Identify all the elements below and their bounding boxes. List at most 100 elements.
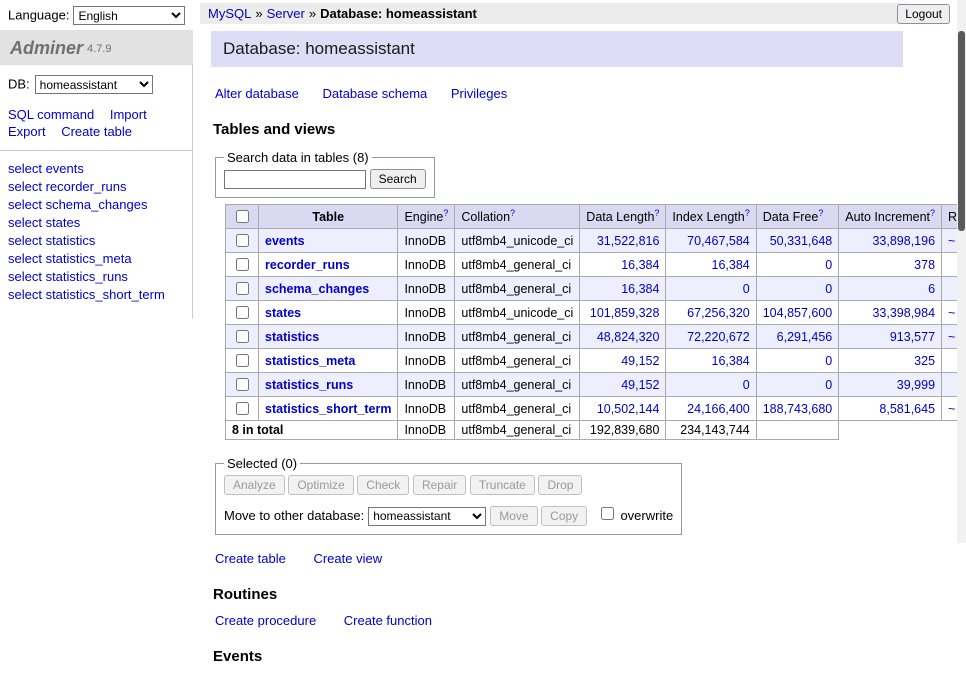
check-button[interactable]: Check bbox=[357, 475, 409, 495]
data-length-link[interactable]: 16,384 bbox=[621, 282, 659, 296]
index-length-link[interactable]: 24,166,400 bbox=[687, 402, 750, 416]
index-length-link[interactable]: 67,256,320 bbox=[687, 306, 750, 320]
data-length-link[interactable]: 31,522,816 bbox=[597, 234, 660, 248]
sidebar-link-create-table[interactable]: Create table bbox=[61, 124, 132, 139]
database-schema-link[interactable]: Database schema bbox=[322, 86, 427, 101]
sidebar-body: DB:homeassistant SQL command Import Expo… bbox=[0, 65, 193, 319]
sidebar-item-select-statistics-short-term[interactable]: select statistics_short_term bbox=[8, 287, 184, 303]
auto-increment-link[interactable]: 325 bbox=[914, 354, 935, 368]
sidebar-item-select-statistics-meta[interactable]: select statistics_meta bbox=[8, 251, 184, 267]
table-link-states[interactable]: states bbox=[265, 306, 301, 320]
overwrite-checkbox[interactable] bbox=[601, 507, 614, 520]
sidebar-item-select-recorder-runs[interactable]: select recorder_runs bbox=[8, 179, 184, 195]
truncate-button[interactable]: Truncate bbox=[470, 475, 535, 495]
sidebar-item-select-events[interactable]: select events bbox=[8, 161, 184, 177]
row-checkbox[interactable] bbox=[236, 306, 249, 319]
data-free-link[interactable]: 6,291,456 bbox=[777, 330, 833, 344]
data-free-link[interactable]: 0 bbox=[825, 378, 832, 392]
sidebar-item-select-states[interactable]: select states bbox=[8, 215, 184, 231]
search-input[interactable] bbox=[224, 170, 366, 189]
table-link-statistics-short-term[interactable]: statistics_short_term bbox=[265, 402, 391, 416]
data-length-link[interactable]: 49,152 bbox=[621, 354, 659, 368]
auto-increment-link[interactable]: 39,999 bbox=[897, 378, 935, 392]
auto-increment-link[interactable]: 378 bbox=[914, 258, 935, 272]
sidebar-item-select-statistics-runs[interactable]: select statistics_runs bbox=[8, 269, 184, 285]
scrollbar-track[interactable] bbox=[957, 0, 966, 543]
index-length-link[interactable]: 0 bbox=[743, 282, 750, 296]
help-icon[interactable]: ? bbox=[930, 208, 935, 218]
logout-button[interactable]: Logout bbox=[897, 4, 950, 24]
help-icon[interactable]: ? bbox=[510, 208, 515, 218]
move-database-select[interactable]: homeassistant bbox=[368, 507, 486, 526]
auto-increment-link[interactable]: 6 bbox=[928, 282, 935, 296]
search-button[interactable]: Search bbox=[370, 169, 426, 189]
auto-increment-link[interactable]: 8,581,645 bbox=[879, 402, 935, 416]
data-length-link[interactable]: 16,384 bbox=[621, 258, 659, 272]
table-link-recorder-runs[interactable]: recorder_runs bbox=[265, 258, 350, 272]
data-free-link[interactable]: 188,743,680 bbox=[763, 402, 833, 416]
index-length-link[interactable]: 16,384 bbox=[712, 354, 750, 368]
language-select[interactable]: English bbox=[73, 6, 185, 25]
index-length-link[interactable]: 72,220,672 bbox=[687, 330, 750, 344]
sidebar-link-export[interactable]: Export bbox=[8, 124, 46, 139]
adminer-logo-text: Adminer bbox=[10, 38, 83, 58]
table-link-statistics[interactable]: statistics bbox=[265, 330, 319, 344]
help-icon[interactable]: ? bbox=[818, 208, 823, 218]
data-free-link[interactable]: 50,331,648 bbox=[770, 234, 833, 248]
breadcrumb-separator: » bbox=[309, 6, 316, 21]
table-link-events[interactable]: events bbox=[265, 234, 305, 248]
auto-increment-link[interactable]: 913,577 bbox=[890, 330, 935, 344]
index-length-link[interactable]: 0 bbox=[743, 378, 750, 392]
sidebar-link-sql-command[interactable]: SQL command bbox=[8, 107, 94, 122]
help-icon[interactable]: ? bbox=[654, 208, 659, 218]
privileges-link[interactable]: Privileges bbox=[451, 86, 507, 101]
auto-increment-link[interactable]: 33,398,984 bbox=[872, 306, 935, 320]
create-table-link[interactable]: Create table bbox=[215, 551, 286, 566]
data-length-link[interactable]: 49,152 bbox=[621, 378, 659, 392]
optimize-button[interactable]: Optimize bbox=[288, 475, 353, 495]
index-length-link[interactable]: 16,384 bbox=[712, 258, 750, 272]
sidebar-actions: SQL command Import Export Create table bbox=[8, 106, 184, 140]
row-checkbox[interactable] bbox=[236, 378, 249, 391]
move-button[interactable]: Move bbox=[490, 506, 537, 526]
data-length-link[interactable]: 10,502,144 bbox=[597, 402, 660, 416]
db-select[interactable]: homeassistant bbox=[35, 75, 153, 94]
analyze-button[interactable]: Analyze bbox=[224, 475, 285, 495]
copy-button[interactable]: Copy bbox=[541, 506, 587, 526]
repair-button[interactable]: Repair bbox=[413, 475, 466, 495]
create-view-link[interactable]: Create view bbox=[313, 551, 382, 566]
table-link-statistics-meta[interactable]: statistics_meta bbox=[265, 354, 355, 368]
row-checkbox[interactable] bbox=[236, 258, 249, 271]
drop-button[interactable]: Drop bbox=[538, 475, 582, 495]
table-link-statistics-runs[interactable]: statistics_runs bbox=[265, 378, 353, 392]
sidebar-link-import[interactable]: Import bbox=[110, 107, 147, 122]
data-free-link[interactable]: 0 bbox=[825, 282, 832, 296]
alter-database-link[interactable]: Alter database bbox=[215, 86, 299, 101]
breadcrumb-separator: » bbox=[255, 6, 262, 21]
row-checkbox[interactable] bbox=[236, 282, 249, 295]
table-link-schema-changes[interactable]: schema_changes bbox=[265, 282, 369, 296]
data-length-link[interactable]: 48,824,320 bbox=[597, 330, 660, 344]
create-function-link[interactable]: Create function bbox=[344, 613, 432, 628]
select-all-checkbox[interactable] bbox=[236, 210, 249, 223]
engine-cell: InnoDB bbox=[398, 373, 455, 397]
data-free-link[interactable]: 0 bbox=[825, 258, 832, 272]
sidebar-item-select-statistics[interactable]: select statistics bbox=[8, 233, 184, 249]
row-checkbox[interactable] bbox=[236, 354, 249, 367]
data-free-link[interactable]: 104,857,600 bbox=[763, 306, 833, 320]
routine-links: Create procedure Create function bbox=[215, 613, 903, 628]
breadcrumb-mysql-link[interactable]: MySQL bbox=[208, 6, 251, 21]
help-icon[interactable]: ? bbox=[443, 208, 448, 218]
auto-increment-link[interactable]: 33,898,196 bbox=[872, 234, 935, 248]
scrollbar-thumb[interactable] bbox=[958, 31, 965, 231]
data-free-link[interactable]: 0 bbox=[825, 354, 832, 368]
row-checkbox[interactable] bbox=[236, 234, 249, 247]
row-checkbox[interactable] bbox=[236, 330, 249, 343]
help-icon[interactable]: ? bbox=[745, 208, 750, 218]
breadcrumb-server-link[interactable]: Server bbox=[267, 6, 305, 21]
data-length-link[interactable]: 101,859,328 bbox=[590, 306, 660, 320]
index-length-link[interactable]: 70,467,584 bbox=[687, 234, 750, 248]
sidebar-item-select-schema-changes[interactable]: select schema_changes bbox=[8, 197, 184, 213]
row-checkbox[interactable] bbox=[236, 402, 249, 415]
create-procedure-link[interactable]: Create procedure bbox=[215, 613, 316, 628]
